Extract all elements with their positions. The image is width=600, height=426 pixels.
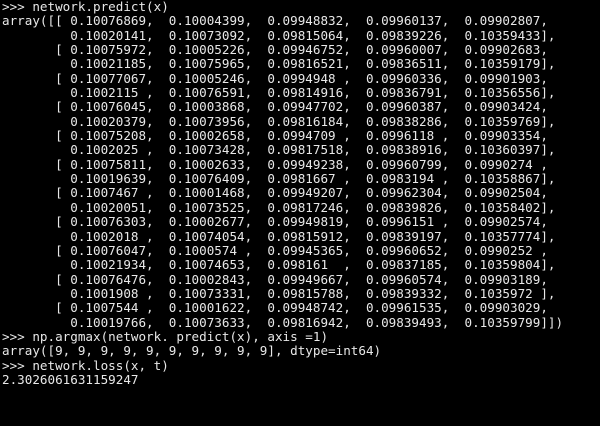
console-output-line: [ 0.10076045, 0.10003868, 0.09947702, 0.…: [2, 100, 548, 115]
console-output-line: 2.3026061631159247: [2, 372, 139, 387]
console-line-argmax-command: >>> network.loss(x, t): [2, 358, 169, 373]
console-output-line: 0.1001908 , 0.10073331, 0.09815788, 0.09…: [2, 286, 556, 301]
console-output-line: [ 0.10075811, 0.10002633, 0.09949238, 0.…: [2, 157, 548, 172]
console-output-line: array([[ 0.10076869, 0.10004399, 0.09948…: [2, 14, 548, 29]
console-output-line: [ 0.1007544 , 0.10001622, 0.09948742, 0.…: [2, 301, 548, 316]
console-output-line: 0.1002025 , 0.10073428, 0.09817518, 0.09…: [2, 143, 556, 158]
console-output-line: [ 0.1007467 , 0.10001468, 0.09949207, 0.…: [2, 186, 548, 201]
console-output-line: 0.10020051, 0.10073525, 0.09817246, 0.09…: [2, 200, 556, 215]
console-output-line: 0.10020379, 0.10073956, 0.09816184, 0.09…: [2, 114, 556, 129]
console-line-predict-command: >>> network.predict(x): [2, 0, 169, 14]
console-output-line: 0.10019766, 0.10073633, 0.09816942, 0.09…: [2, 315, 564, 330]
console-output-line: [ 0.10076476, 0.10002843, 0.09949667, 0.…: [2, 272, 548, 287]
console-output-line: 0.10021185, 0.10075965, 0.09816521, 0.09…: [2, 57, 556, 72]
console-output-line: 0.10020141, 0.10073092, 0.09815064, 0.09…: [2, 28, 556, 43]
python-console[interactable]: >>> network.predict(x) array([[ 0.100768…: [0, 0, 600, 426]
console-output-line: [ 0.10076303, 0.10002677, 0.09949819, 0.…: [2, 215, 548, 230]
console-output-line: 0.1002018 , 0.10074054, 0.09815912, 0.09…: [2, 229, 556, 244]
console-output-line: 0.10021934, 0.10074653, 0.098161 , 0.098…: [2, 258, 556, 273]
console-output-line: [ 0.10076047, 0.1000574 , 0.09945365, 0.…: [2, 243, 548, 258]
console-output-line: >>> np.argmax(network. predict(x), axis …: [2, 329, 329, 344]
console-output-line: [ 0.10075972, 0.10005226, 0.09946752, 0.…: [2, 43, 548, 58]
console-output-line: array([9, 9, 9, 9, 9, 9, 9, 9, 9, 9], dt…: [2, 344, 382, 359]
console-line-loss-command: [2, 387, 600, 401]
console-output-line: 0.10019639, 0.10076409, 0.0981667 , 0.09…: [2, 172, 556, 187]
console-output-line: [ 0.10077067, 0.10005246, 0.0994948 , 0.…: [2, 71, 548, 86]
console-output-line: [ 0.10075208, 0.10002658, 0.0994709 , 0.…: [2, 129, 548, 144]
console-output-line: 0.1002115 , 0.10076591, 0.09814916, 0.09…: [2, 86, 556, 101]
